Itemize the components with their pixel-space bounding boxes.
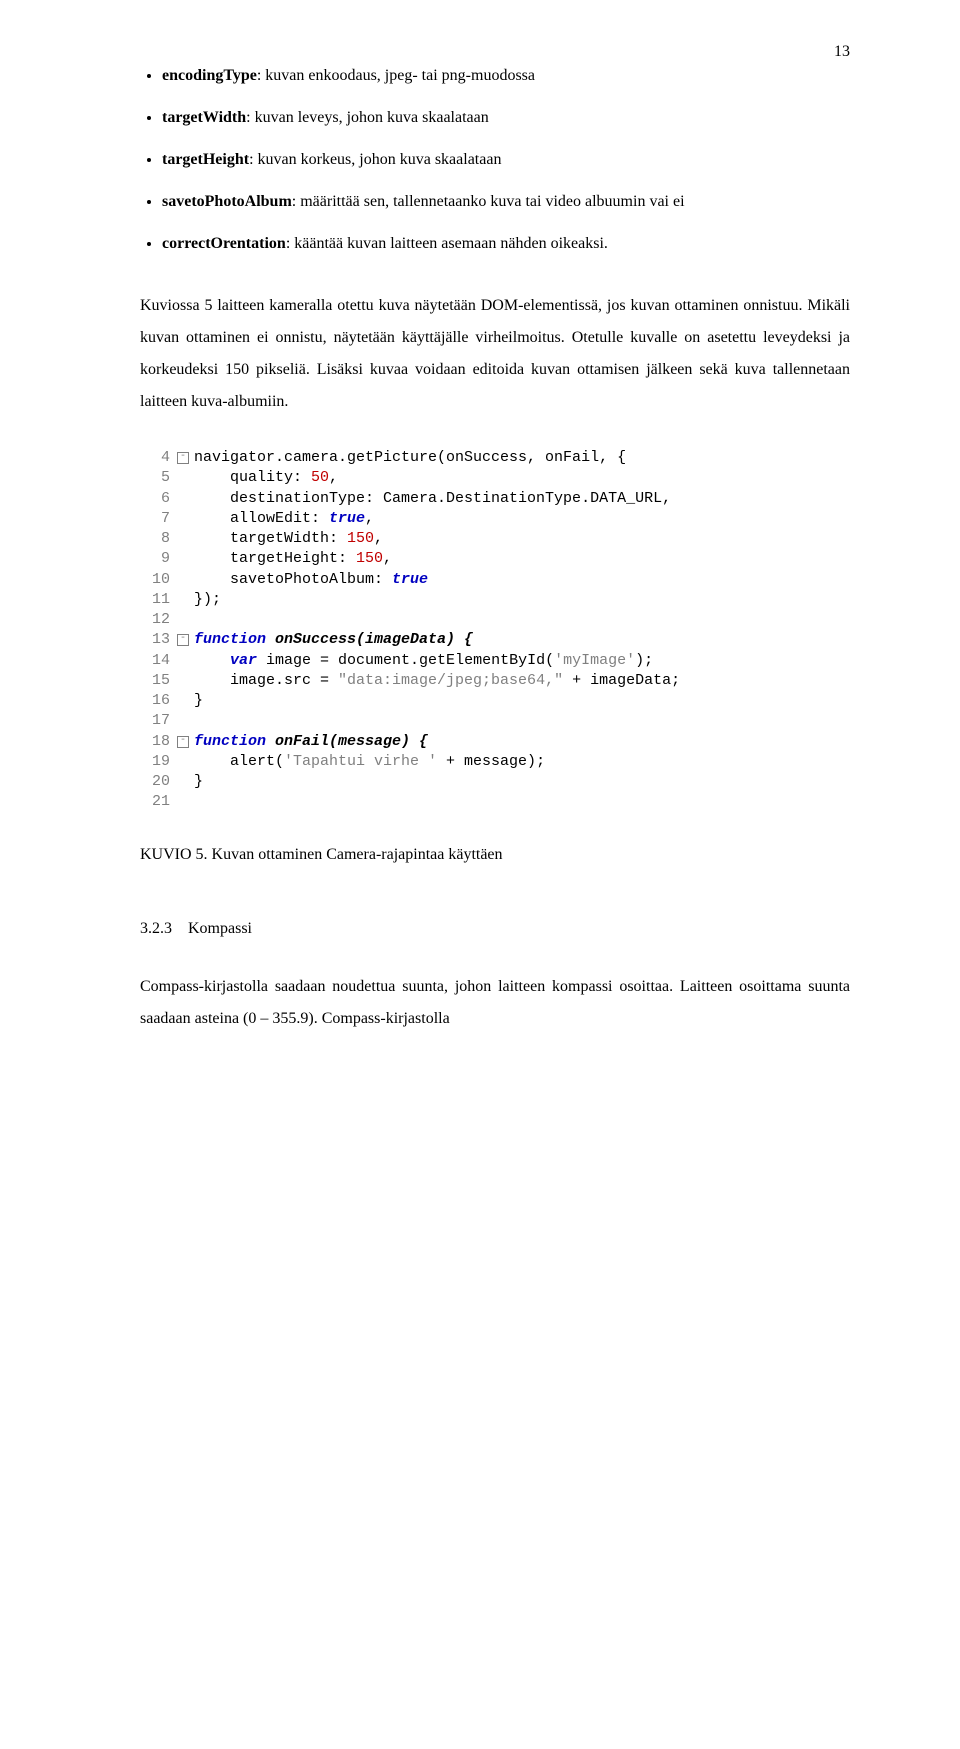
- list-item: correctOrentation: kääntää kuvan laittee…: [162, 228, 850, 260]
- line-number: 18: [140, 732, 176, 752]
- code-text: destinationType: Camera.DestinationType.…: [194, 489, 850, 509]
- list-item: savetoPhotoAlbum: määrittää sen, tallenn…: [162, 186, 850, 218]
- code-line: 6 destinationType: Camera.DestinationTyp…: [140, 489, 850, 509]
- code-line: 13-function onSuccess(imageData) {: [140, 630, 850, 650]
- section-title: Kompassi: [188, 920, 252, 937]
- bullet-desc: : määrittää sen, tallennetaanko kuva tai…: [292, 193, 685, 210]
- code-text: navigator.camera.getPicture(onSuccess, o…: [194, 448, 850, 468]
- line-number: 13: [140, 630, 176, 650]
- code-text: allowEdit: true,: [194, 509, 850, 529]
- code-text: var image = document.getElementById('myI…: [194, 651, 850, 671]
- code-text: }: [194, 691, 850, 711]
- code-text: image.src = "data:image/jpeg;base64," + …: [194, 671, 850, 691]
- section-number: 3.2.3: [140, 920, 172, 937]
- line-number: 20: [140, 772, 176, 792]
- code-line: 7 allowEdit: true,: [140, 509, 850, 529]
- bullet-term: encodingType: [162, 67, 257, 84]
- fold-open-icon: -: [177, 634, 189, 646]
- bullet-desc: : kuvan enkoodaus, jpeg- tai png-muodoss…: [257, 67, 535, 84]
- code-text: targetHeight: 150,: [194, 549, 850, 569]
- code-text: quality: 50,: [194, 468, 850, 488]
- list-item: targetWidth: kuvan leveys, johon kuva sk…: [162, 102, 850, 134]
- code-line: 12: [140, 610, 850, 630]
- document-page: 13 encodingType: kuvan enkoodaus, jpeg- …: [0, 0, 960, 1749]
- line-number: 15: [140, 671, 176, 691]
- section-heading: 3.2.3 Kompassi: [140, 917, 850, 941]
- code-line: 4-navigator.camera.getPicture(onSuccess,…: [140, 448, 850, 468]
- bullet-term: correctOrentation: [162, 235, 286, 252]
- line-number: 16: [140, 691, 176, 711]
- code-block: 4-navigator.camera.getPicture(onSuccess,…: [140, 448, 850, 813]
- line-number: 7: [140, 509, 176, 529]
- list-item: encodingType: kuvan enkoodaus, jpeg- tai…: [162, 60, 850, 92]
- bullet-desc: : kääntää kuvan laitteen asemaan nähden …: [286, 235, 608, 252]
- code-text: alert('Tapahtui virhe ' + message);: [194, 752, 850, 772]
- code-text: function onSuccess(imageData) {: [194, 630, 850, 650]
- list-item: targetHeight: kuvan korkeus, johon kuva …: [162, 144, 850, 176]
- line-number: 10: [140, 570, 176, 590]
- code-text: }: [194, 772, 850, 792]
- code-line: 21: [140, 792, 850, 812]
- code-line: 15 image.src = "data:image/jpeg;base64,"…: [140, 671, 850, 691]
- code-text: });: [194, 590, 850, 610]
- line-number: 4: [140, 448, 176, 468]
- line-number: 11: [140, 590, 176, 610]
- code-line: 17: [140, 711, 850, 731]
- code-line: 9 targetHeight: 150,: [140, 549, 850, 569]
- paragraph-2: Compass-kirjastolla saadaan noudettua su…: [140, 971, 850, 1035]
- paragraph-1: Kuviossa 5 laitteen kameralla otettu kuv…: [140, 290, 850, 418]
- line-number: 14: [140, 651, 176, 671]
- line-number: 9: [140, 549, 176, 569]
- line-number: 19: [140, 752, 176, 772]
- bullet-list: encodingType: kuvan enkoodaus, jpeg- tai…: [140, 60, 850, 260]
- line-number: 5: [140, 468, 176, 488]
- fold-open-icon: -: [177, 736, 189, 748]
- page-number: 13: [834, 40, 850, 64]
- code-line: 10 savetoPhotoAlbum: true: [140, 570, 850, 590]
- bullet-term: targetWidth: [162, 109, 246, 126]
- figure-caption: KUVIO 5. Kuvan ottaminen Camera-rajapint…: [140, 843, 850, 867]
- bullet-term: targetHeight: [162, 151, 249, 168]
- code-line: 18-function onFail(message) {: [140, 732, 850, 752]
- code-line: 11});: [140, 590, 850, 610]
- code-text: targetWidth: 150,: [194, 529, 850, 549]
- line-number: 12: [140, 610, 176, 630]
- fold-open-icon: -: [177, 452, 189, 464]
- code-line: 8 targetWidth: 150,: [140, 529, 850, 549]
- line-number: 6: [140, 489, 176, 509]
- code-line: 20}: [140, 772, 850, 792]
- code-text: savetoPhotoAlbum: true: [194, 570, 850, 590]
- line-number: 17: [140, 711, 176, 731]
- bullet-desc: : kuvan leveys, johon kuva skaalataan: [246, 109, 489, 126]
- code-text: function onFail(message) {: [194, 732, 850, 752]
- code-line: 16}: [140, 691, 850, 711]
- line-number: 21: [140, 792, 176, 812]
- code-line: 14 var image = document.getElementById('…: [140, 651, 850, 671]
- line-number: 8: [140, 529, 176, 549]
- bullet-term: savetoPhotoAlbum: [162, 193, 292, 210]
- code-line: 19 alert('Tapahtui virhe ' + message);: [140, 752, 850, 772]
- bullet-desc: : kuvan korkeus, johon kuva skaalataan: [249, 151, 501, 168]
- code-line: 5 quality: 50,: [140, 468, 850, 488]
